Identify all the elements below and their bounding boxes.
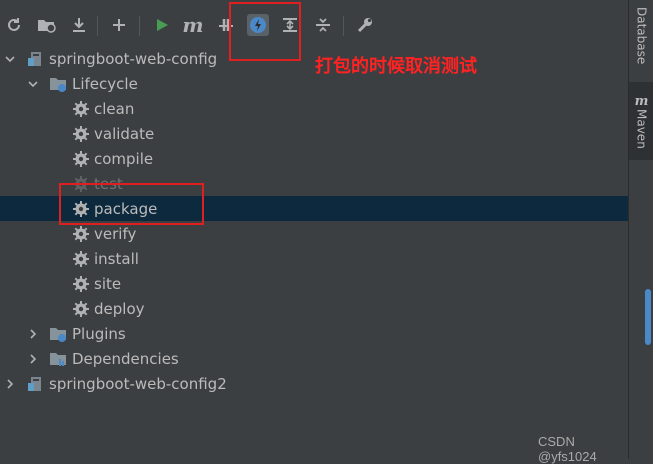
chevron-down-icon[interactable]	[4, 53, 16, 65]
annotation-box-package	[59, 183, 204, 225]
tree-row-goal-install[interactable]: install	[0, 246, 628, 271]
collapse-all-icon[interactable]	[312, 14, 334, 36]
watermark: CSDN @yfs1024	[538, 434, 597, 464]
gear-icon	[72, 250, 90, 268]
goal-label: validate	[94, 124, 155, 143]
goal-label: clean	[94, 99, 135, 118]
annotation-text: 打包的时候取消测试	[315, 56, 477, 77]
chevron-down-icon[interactable]	[27, 78, 39, 90]
plugins-folder-icon	[50, 327, 66, 342]
lifecycle-label: Lifecycle	[72, 74, 138, 93]
database-tab-label: Database	[634, 7, 649, 65]
maven-tab[interactable]: m Maven	[629, 82, 653, 160]
plus-icon[interactable]	[108, 14, 130, 36]
maven-tab-label: Maven	[634, 108, 649, 149]
maven-project-icon	[28, 376, 41, 391]
plugins-label: Plugins	[72, 324, 126, 343]
goal-label: compile	[94, 149, 154, 168]
gear-icon	[72, 275, 90, 293]
tree-row-goal-compile[interactable]: compile	[0, 146, 628, 171]
maven-tool-window: m springboot-web-config Lifecycle clean …	[0, 0, 628, 464]
chevron-right-icon[interactable]	[27, 328, 39, 340]
tree-row-goal-clean[interactable]: clean	[0, 96, 628, 121]
reload-icon[interactable]	[3, 14, 25, 36]
download-icon[interactable]	[68, 14, 90, 36]
tree-row-goal-deploy[interactable]: deploy	[0, 296, 628, 321]
tree-row-goal-site[interactable]: site	[0, 271, 628, 296]
gear-icon	[72, 225, 90, 243]
goal-label: verify	[94, 224, 137, 243]
maven-tab-icon: m	[634, 93, 649, 109]
toolbar-separator	[343, 16, 344, 36]
tree-row-goal-validate[interactable]: validate	[0, 121, 628, 146]
vertical-scrollbar[interactable]	[645, 289, 651, 345]
project-label: springboot-web-config	[49, 49, 218, 68]
database-tab[interactable]: Database	[629, 0, 653, 72]
dependencies-folder-icon	[50, 352, 66, 366]
chevron-right-icon[interactable]	[4, 378, 16, 390]
maven-project-icon	[28, 51, 41, 66]
settings-wrench-icon[interactable]	[354, 14, 376, 36]
chevron-right-icon[interactable]	[27, 353, 39, 365]
toolbar-separator	[97, 16, 98, 36]
tree-row-dependencies[interactable]: Dependencies	[0, 346, 628, 371]
right-tool-window-bar: Database m Maven	[628, 0, 653, 459]
tree-row-project[interactable]: springboot-web-config	[0, 46, 628, 71]
annotation-box-toolbar	[229, 2, 301, 61]
lifecycle-folder-icon	[50, 77, 66, 92]
goal-label: install	[94, 249, 139, 268]
maven-goal-icon[interactable]: m	[182, 13, 204, 37]
tree-row-project[interactable]: springboot-web-config2	[0, 371, 628, 396]
goal-label: site	[94, 274, 122, 293]
maven-toolbar: m	[0, 0, 628, 42]
gear-icon	[72, 300, 90, 318]
tree-row-plugins[interactable]: Plugins	[0, 321, 628, 346]
toolbar-separator	[139, 16, 140, 36]
dependencies-label: Dependencies	[72, 349, 179, 368]
add-folder-icon[interactable]	[36, 14, 58, 36]
run-icon[interactable]	[151, 14, 173, 36]
tree-row-lifecycle[interactable]: Lifecycle	[0, 71, 628, 96]
gear-icon	[72, 100, 90, 118]
project-label: springboot-web-config2	[49, 374, 227, 393]
gear-icon	[72, 125, 90, 143]
gear-icon	[72, 150, 90, 168]
goal-label: deploy	[94, 299, 145, 318]
